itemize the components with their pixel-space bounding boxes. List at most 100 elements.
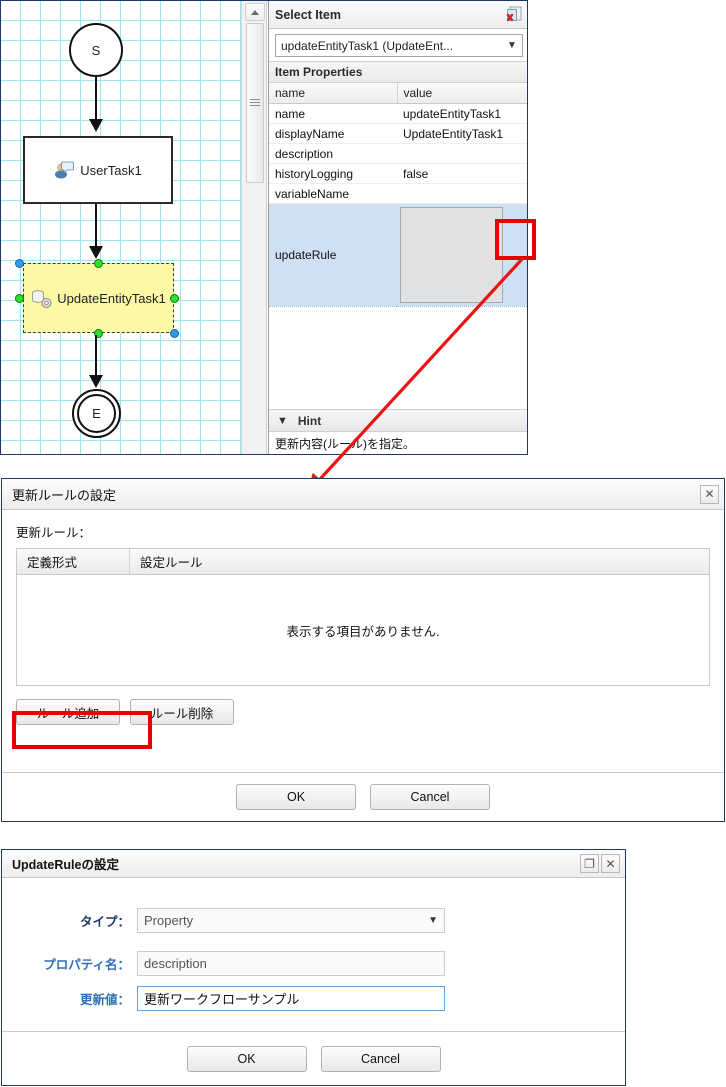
field-row-type: タイプ： Property ▼ — [2, 908, 625, 933]
item-properties-header: Item Properties — [269, 61, 527, 83]
selection-handle-top-left[interactable] — [15, 259, 24, 268]
scrollbar-up-arrow-icon[interactable] — [245, 3, 265, 21]
ok-button[interactable]: OK — [186, 1045, 307, 1072]
hint-section-header[interactable]: ▼ Hint — [269, 409, 527, 432]
node-end-label: E — [92, 406, 101, 421]
chevron-down-icon: ▼ — [277, 414, 288, 427]
cell-value — [397, 143, 527, 164]
properties-panel: Select Item updateEntityTask1 (UpdateEnt… — [268, 1, 527, 454]
properties-panel-header: Select Item — [269, 1, 527, 29]
maximize-icon[interactable]: ❐ — [580, 854, 599, 873]
select-item-dropdown[interactable]: updateEntityTask1 (UpdateEnt... ▼ — [275, 34, 523, 57]
update-rule-list-dialog: 更新ルールの設定 ✕ 更新ルール： 定義形式 設定ルール 表示する項目がありませ… — [1, 478, 725, 822]
workflow-canvas[interactable]: S UserTask1 UpdateEntityTask1 E — [1, 1, 241, 454]
chevron-down-icon: ▼ — [507, 40, 517, 51]
cell-value: UpdateEntityTask1 — [397, 123, 527, 144]
table-row[interactable]: variableName — [269, 183, 527, 204]
rules-grid-empty-message: 表示する項目がありません. — [286, 624, 440, 639]
column-header-setting-rule[interactable]: 設定ルール — [130, 549, 709, 575]
update-rule-field-label: 更新ルール： — [16, 526, 92, 540]
cell-value: updateEntityTask1 — [397, 103, 527, 124]
node-update-entity-task-1[interactable]: UpdateEntityTask1 — [23, 263, 174, 333]
column-header-value[interactable]: value — [397, 83, 527, 104]
field-row-property-name: プロパティ名： description — [2, 951, 625, 976]
hint-title: Hint — [297, 413, 322, 428]
cancel-button[interactable]: Cancel — [370, 784, 490, 810]
property-name-value: description — [144, 956, 207, 971]
document-delete-icon[interactable] — [506, 6, 523, 23]
update-rule-edit-dialog: UpdateRuleの設定 ❐ ✕ タイプ： Property ▼ プロパティ名… — [1, 849, 626, 1086]
cell-name: name — [269, 103, 397, 124]
cell-name: description — [269, 143, 397, 164]
scrollbar-grip-icon — [250, 99, 260, 107]
dialog1-titlebar: 更新ルールの設定 ✕ — [2, 479, 724, 510]
dialog2-body: タイプ： Property ▼ プロパティ名： description 更新値：… — [2, 878, 625, 1011]
dialog1-body: 更新ルール： 定義形式 設定ルール 表示する項目がありません. ルール追加 ルー… — [2, 510, 724, 725]
hint-section-body: 更新内容(ルール)を指定。 — [269, 432, 527, 454]
arrowhead-updateentity — [89, 246, 103, 259]
type-select-value: Property — [144, 913, 194, 928]
column-header-definition-type[interactable]: 定義形式 — [17, 549, 130, 575]
node-update-entity-label: UpdateEntityTask1 — [57, 290, 166, 306]
table-row[interactable]: description — [269, 143, 527, 164]
chevron-down-icon: ▼ — [428, 915, 438, 926]
rules-grid: 定義形式 設定ルール 表示する項目がありません. — [16, 548, 710, 686]
item-properties-title: Item Properties — [275, 65, 363, 79]
node-end-inner-ring: E — [77, 394, 116, 433]
scrollbar-thumb[interactable] — [246, 23, 264, 183]
table-row-selected[interactable]: updateRule ... — [269, 203, 527, 307]
rules-grid-header: 定義形式 設定ルール — [17, 549, 709, 575]
dialog2-titlebar: UpdateRuleの設定 ❐ ✕ — [2, 850, 625, 878]
selection-handle-bottom-right[interactable] — [170, 329, 179, 338]
dialog1-title: 更新ルールの設定 — [12, 487, 117, 503]
screenshot-root: S UserTask1 UpdateEntityTask1 E Select I… — [0, 0, 726, 1087]
cell-name: displayName — [269, 123, 397, 144]
cell-name-updaterule: updateRule — [269, 203, 397, 307]
cell-name: variableName — [269, 183, 397, 204]
selection-handle-left[interactable] — [15, 294, 24, 303]
cell-value: false — [397, 163, 527, 184]
ok-button[interactable]: OK — [236, 784, 356, 810]
dialog2-footer: OK Cancel — [2, 1031, 625, 1085]
label-type: タイプ： — [79, 915, 130, 929]
field-row-update-value: 更新値： 更新ワークフローサンプル — [2, 986, 625, 1011]
selection-handle-top[interactable] — [94, 259, 103, 268]
label-property-name: プロパティ名： — [43, 958, 130, 972]
panel-title: Select Item — [275, 7, 342, 22]
label-update-value: 更新値： — [79, 993, 130, 1007]
selection-handle-right[interactable] — [170, 294, 179, 303]
close-icon[interactable]: ✕ — [700, 484, 719, 504]
arrowhead-usertask — [89, 119, 103, 132]
arrowhead-end — [89, 375, 103, 388]
node-start-event[interactable]: S — [69, 23, 123, 77]
table-row[interactable]: displayName UpdateEntityTask1 — [269, 123, 527, 144]
updaterule-value-editor[interactable] — [400, 207, 503, 303]
update-value-input[interactable]: 更新ワークフローサンプル — [137, 986, 445, 1011]
table-row[interactable]: name updateEntityTask1 — [269, 103, 527, 124]
connector-usertask-to-updateentity — [95, 204, 97, 252]
property-name-input[interactable]: description — [137, 951, 445, 976]
select-item-value: updateEntityTask1 (UpdateEnt... — [281, 38, 454, 53]
hint-text: 更新内容(ルール)を指定。 — [275, 436, 415, 451]
user-task-icon — [54, 161, 75, 179]
close-icon[interactable]: ✕ — [601, 854, 620, 873]
table-header-row: name value — [269, 83, 527, 104]
connector-start-to-usertask — [95, 77, 97, 123]
item-properties-table: name value name updateEntityTask1 displa… — [269, 83, 527, 307]
node-end-event[interactable]: E — [72, 389, 121, 438]
node-user-task-1[interactable]: UserTask1 — [23, 136, 173, 204]
update-value-text: 更新ワークフローサンプル — [144, 992, 300, 1007]
update-entity-icon — [31, 289, 52, 308]
type-select[interactable]: Property ▼ — [137, 908, 445, 933]
table-row[interactable]: historyLogging false — [269, 163, 527, 184]
dialog2-title: UpdateRuleの設定 — [12, 858, 119, 872]
column-header-name[interactable]: name — [269, 83, 398, 104]
dialog1-footer: OK Cancel — [2, 772, 724, 821]
canvas-vertical-scrollbar[interactable] — [241, 1, 267, 454]
node-user-task-label: UserTask1 — [80, 162, 142, 178]
node-start-label: S — [91, 42, 101, 58]
add-rule-button-highlight — [12, 711, 152, 749]
cell-name: historyLogging — [269, 163, 397, 184]
cell-value — [397, 183, 527, 204]
cancel-button[interactable]: Cancel — [320, 1045, 441, 1072]
